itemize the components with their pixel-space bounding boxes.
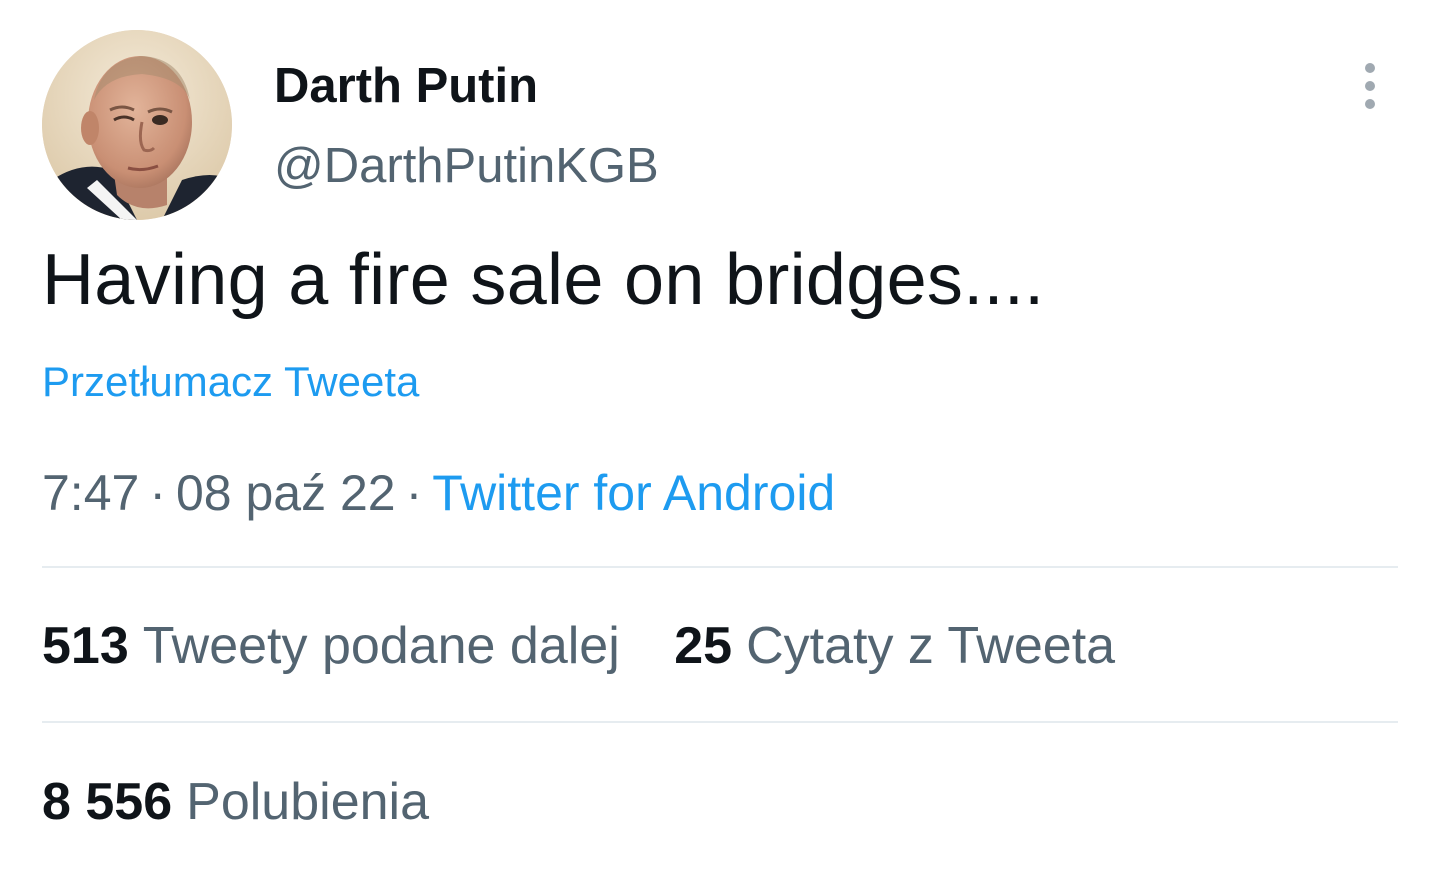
likes-label: Polubienia (186, 773, 430, 831)
divider (42, 566, 1398, 568)
likes-stat[interactable]: 8 556 Polubienia (42, 770, 429, 834)
quotes-stat[interactable]: 25 Cytaty z Tweeta (674, 614, 1115, 678)
translate-tweet-link[interactable]: Przetłumacz Tweeta (42, 356, 419, 408)
avatar-photo (42, 30, 232, 220)
likes-count: 8 556 (42, 773, 173, 831)
retweets-label: Tweety podane dalej (142, 617, 620, 675)
engagement-stats: 513 Tweety podane dalej 25 Cytaty z Tweeta (42, 614, 1115, 678)
meta-separator: · (405, 465, 423, 521)
tweet-text: Having a fire sale on bridges.... (42, 240, 1045, 320)
retweets-stat[interactable]: 513 Tweety podane dalej (42, 614, 620, 678)
tweet-meta: 7:47 · 08 paź 22 · Twitter for Android (42, 462, 835, 524)
tweet-time[interactable]: 7:47 (42, 465, 139, 521)
tweet-date[interactable]: 08 paź 22 (176, 465, 396, 521)
more-dot (1365, 99, 1375, 109)
quotes-label: Cytaty z Tweeta (746, 617, 1116, 675)
more-dot (1365, 63, 1375, 73)
more-dot (1365, 81, 1375, 91)
avatar[interactable] (42, 30, 232, 220)
quotes-count: 25 (674, 617, 733, 675)
author-display-name[interactable]: Darth Putin (274, 56, 538, 116)
tweet-detail: Darth Putin @DarthPutinKGB Having a fire… (0, 0, 1440, 869)
more-options-icon[interactable] (1348, 58, 1392, 114)
divider (42, 721, 1398, 723)
tweet-source-link[interactable]: Twitter for Android (432, 465, 835, 521)
meta-separator: · (149, 465, 166, 521)
author-handle[interactable]: @DarthPutinKGB (274, 136, 659, 196)
retweets-count: 513 (42, 617, 129, 675)
